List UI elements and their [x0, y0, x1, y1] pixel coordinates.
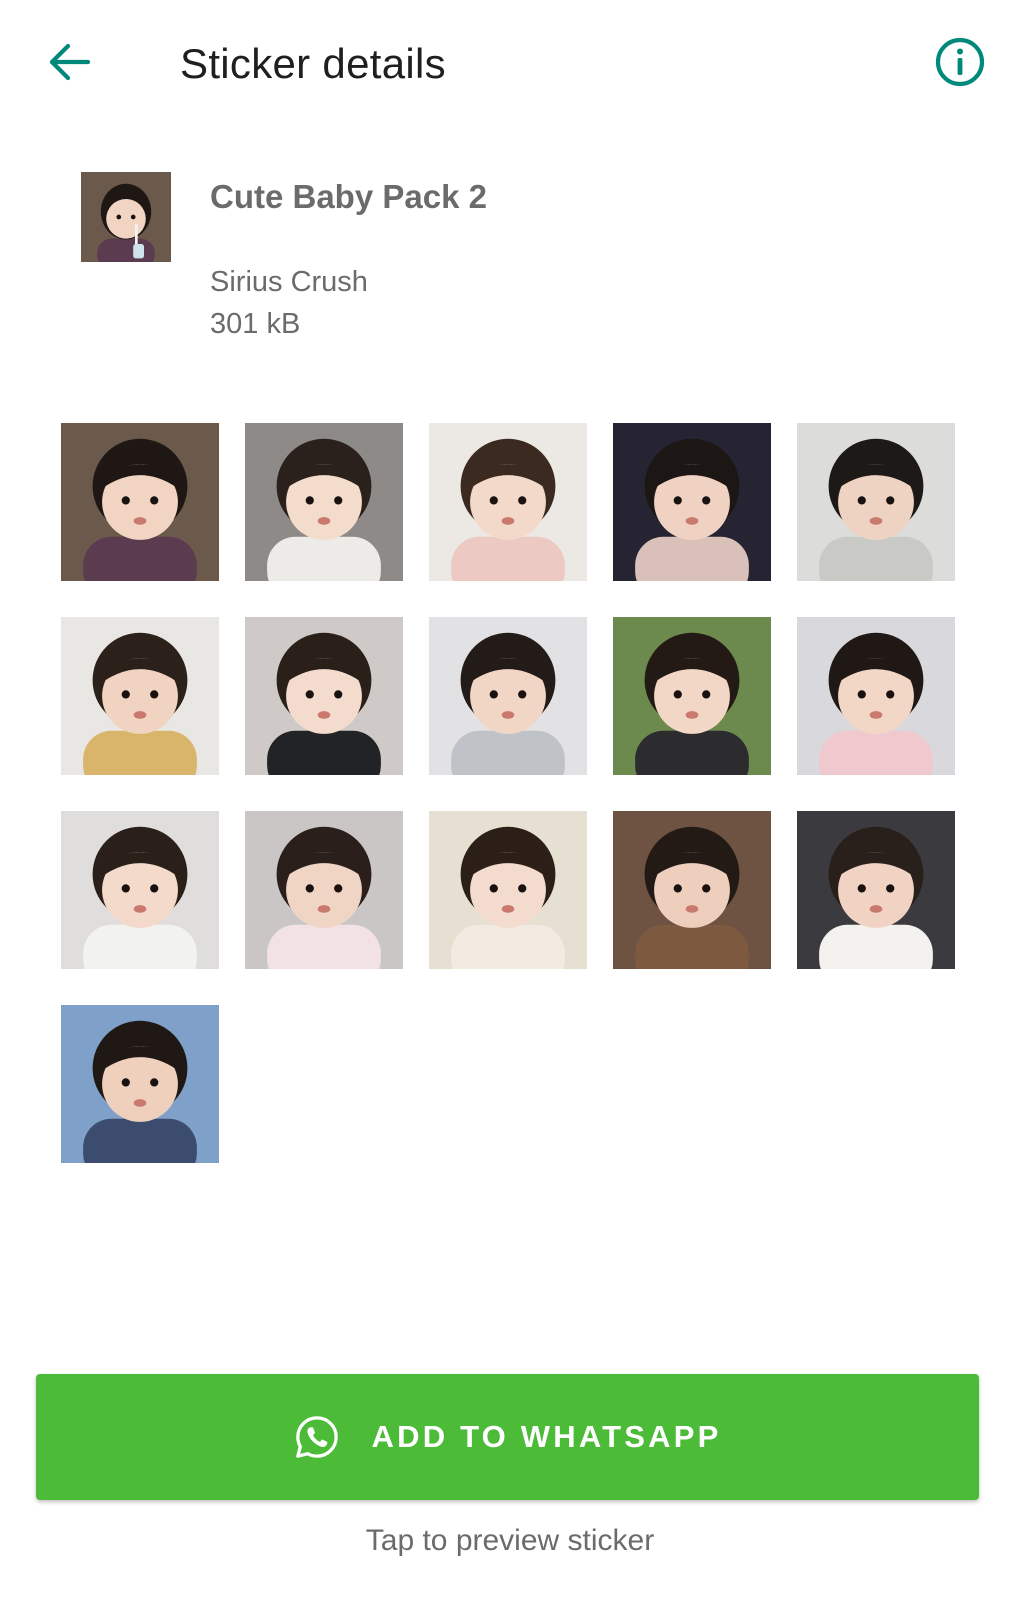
- sticker-thumbnail[interactable]: [245, 617, 403, 775]
- info-circle-icon: [934, 36, 986, 93]
- arrow-left-icon: [48, 40, 92, 89]
- sticker-thumbnail[interactable]: [429, 617, 587, 775]
- sticker-thumbnail[interactable]: [245, 811, 403, 969]
- page-title: Sticker details: [180, 40, 446, 87]
- sticker-thumbnail[interactable]: [797, 423, 955, 581]
- sticker-thumbnail[interactable]: [797, 811, 955, 969]
- sticker-thumbnail[interactable]: [797, 617, 955, 775]
- back-button[interactable]: [42, 36, 98, 92]
- pack-tray-icon: [81, 172, 171, 262]
- add-to-whatsapp-button[interactable]: ADD TO WHATSAPP: [36, 1374, 979, 1500]
- sticker-thumbnail[interactable]: [61, 423, 219, 581]
- add-button-label: ADD TO WHATSAPP: [371, 1419, 722, 1454]
- sticker-thumbnail[interactable]: [613, 617, 771, 775]
- top-app-bar: Sticker details: [0, 0, 1020, 130]
- pack-name: Cute Baby Pack 2: [210, 178, 487, 215]
- preview-hint: Tap to preview sticker: [365, 1524, 655, 1557]
- whatsapp-icon: [294, 1414, 340, 1460]
- pack-size: 301 kB: [210, 308, 301, 340]
- sticker-thumbnail[interactable]: [429, 811, 587, 969]
- sticker-thumbnail[interactable]: [61, 811, 219, 969]
- sticker-thumbnail[interactable]: [613, 811, 771, 969]
- info-button[interactable]: [932, 36, 988, 92]
- pack-author: Sirius Crush: [210, 266, 368, 298]
- sticker-thumbnail[interactable]: [61, 1005, 219, 1163]
- sticker-thumbnail[interactable]: [429, 423, 587, 581]
- sticker-thumbnail[interactable]: [61, 617, 219, 775]
- sticker-thumbnail[interactable]: [245, 423, 403, 581]
- sticker-thumbnail[interactable]: [613, 423, 771, 581]
